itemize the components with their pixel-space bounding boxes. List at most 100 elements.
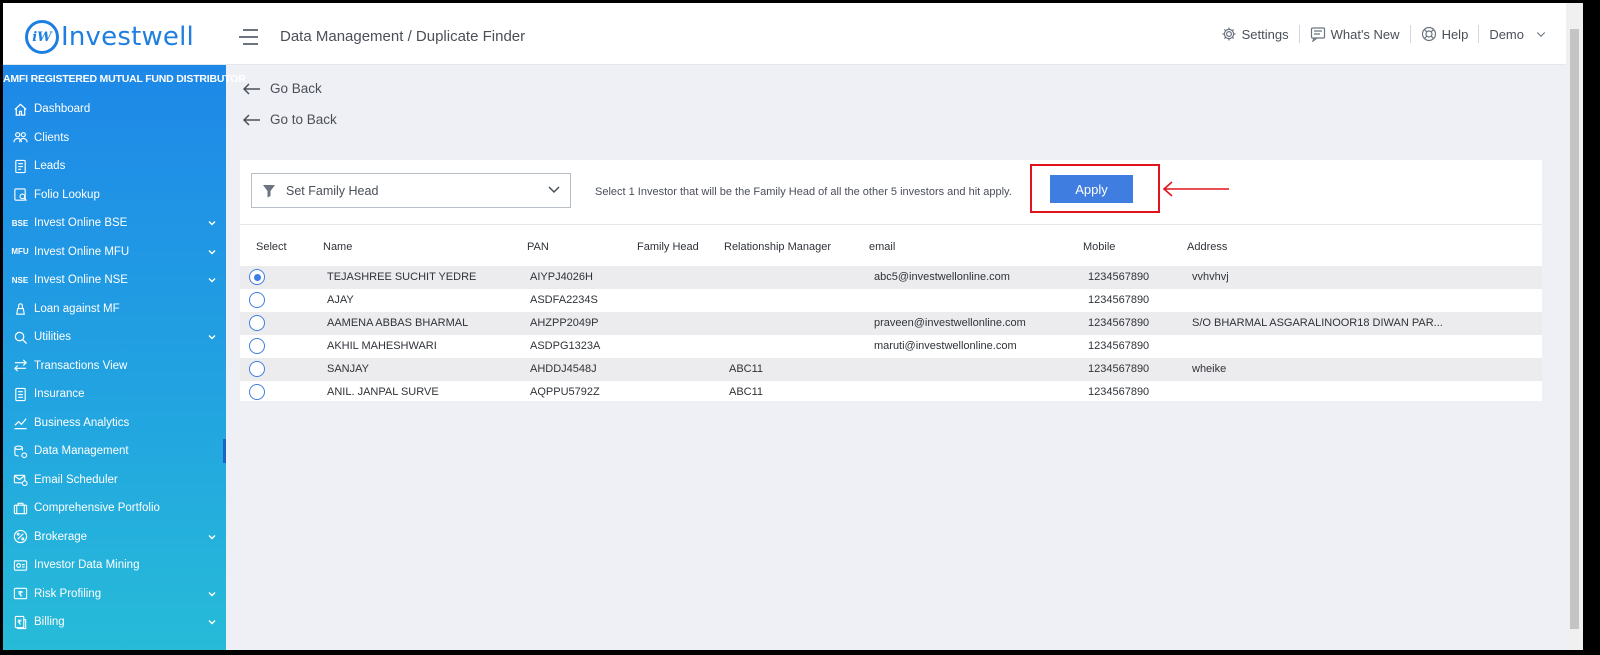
table-row[interactable]: SANJAY AHDDJ4548J ABC11 1234567890 wheike <box>240 358 1542 381</box>
sidebar-item-brokerage[interactable]: Brokerage <box>3 523 226 552</box>
user-name: Demo <box>1489 26 1524 42</box>
sidebar-item-invest-online-nse[interactable]: NSE Invest Online NSE <box>3 266 226 295</box>
sidebar-item-label: Data Management <box>34 445 129 458</box>
sidebar-item-risk-profiling[interactable]: ₹ Risk Profiling <box>3 580 226 609</box>
cell-mobile: 1234567890 <box>1088 340 1150 352</box>
cell-pan: ASDFA2234S <box>530 294 598 306</box>
help-link[interactable]: Help <box>1421 26 1468 42</box>
select-radio[interactable] <box>249 315 265 331</box>
cell-pan: ASDPG1323A <box>530 340 601 352</box>
nse-icon: NSE <box>11 275 29 285</box>
data-icon <box>11 443 29 459</box>
menu-toggle-icon[interactable] <box>239 29 258 45</box>
cell-address: S/O BHARMAL ASGARALINOOR18 DIWAN PAR... <box>1192 317 1443 329</box>
chevron-down-icon <box>208 332 216 340</box>
sidebar-item-data-management[interactable]: Data Management <box>3 437 226 466</box>
chevron-down-icon <box>208 275 216 283</box>
apply-button[interactable]: Apply <box>1050 175 1133 203</box>
cell-address: vvhvhvj <box>1192 271 1229 283</box>
lifebuoy-icon <box>1421 26 1436 42</box>
sidebar-item-dashboard[interactable]: Dashboard <box>3 95 226 124</box>
app-window: iW Investwell Data Management / Duplicat… <box>3 3 1583 650</box>
sidebar-item-invest-online-mfu[interactable]: MFU Invest Online MFU <box>3 238 226 267</box>
table-row[interactable]: AJAY ASDFA2234S 1234567890 <box>240 289 1542 312</box>
sidebar-item-label: Loan against MF <box>34 302 120 315</box>
sidebar-item-business-analytics[interactable]: Business Analytics <box>3 409 226 438</box>
logo-text: Investwell <box>61 22 194 52</box>
sidebar: AMFI REGISTERED MUTUAL FUND DISTRIBUTOR … <box>3 65 246 650</box>
settings-link[interactable]: Settings <box>1221 26 1289 42</box>
cell-pan: AQPPU5792Z <box>530 386 600 398</box>
sidebar-item-clients[interactable]: Clients <box>3 124 226 153</box>
leads-icon <box>11 158 29 174</box>
sidebar-item-loan-against-mf[interactable]: Loan against MF <box>3 295 226 324</box>
sidebar-item-leads[interactable]: Leads <box>3 152 226 181</box>
scrollbar-thumb[interactable] <box>1570 29 1579 629</box>
sidebar-item-billing[interactable]: ₹ Billing <box>3 608 226 637</box>
sidebar-item-label: Invest Online MFU <box>34 245 130 258</box>
distributor-label: AMFI REGISTERED MUTUAL FUND DISTRIBUTOR <box>3 73 246 85</box>
annotation-arrow-icon <box>1162 181 1229 197</box>
go-back-link[interactable]: Go Back <box>243 81 322 96</box>
sidebar-item-insurance[interactable]: Insurance <box>3 380 226 409</box>
brokerage-icon <box>11 529 29 545</box>
select-radio[interactable] <box>249 361 265 377</box>
cell-email: abc5@investwellonline.com <box>874 271 1010 283</box>
column-header-relationship-manager: Relationship Manager <box>724 241 832 253</box>
cell-rm: ABC11 <box>729 386 764 398</box>
sidebar-item-folio-lookup[interactable]: Folio Lookup <box>3 181 226 210</box>
sidebar-menu: Dashboard Clients Leads Folio Lookup BSE Inve… <box>3 95 226 637</box>
settings-label: Settings <box>1241 26 1289 42</box>
column-header-address: Address <box>1187 241 1228 253</box>
cell-name: ANIL. JANPAL SURVE <box>327 386 439 398</box>
sidebar-item-invest-online-bse[interactable]: BSE Invest Online BSE <box>3 209 226 238</box>
sidebar-item-label: Comprehensive Portfolio <box>34 502 160 515</box>
select-radio[interactable] <box>249 292 265 308</box>
cell-mobile: 1234567890 <box>1088 294 1150 306</box>
sidebar-item-label: Billing <box>34 616 65 629</box>
page-scrollbar[interactable] <box>1566 3 1583 650</box>
column-header-select: Select <box>256 241 287 253</box>
email-icon <box>11 472 29 488</box>
table-row[interactable]: TEJASHREE SUCHIT YEDRE AIYPJ4026H abc5@inv… <box>240 266 1542 289</box>
table-row[interactable]: AKHIL MAHESHWARI ASDPG1323A maruti@investw… <box>240 335 1542 358</box>
cell-name: SANJAY <box>327 363 369 375</box>
chevron-down-icon <box>208 532 216 540</box>
top-nav: Settings What's New Help Demo <box>1221 25 1547 43</box>
sidebar-item-investor-data-mining[interactable]: Investor Data Mining <box>3 551 226 580</box>
sidebar-item-transactions-view[interactable]: Transactions View <box>3 352 226 381</box>
select-radio[interactable] <box>249 338 265 354</box>
go-to-back-link[interactable]: Go to Back <box>243 112 337 127</box>
top-bar: iW Investwell Data Management / Duplicat… <box>3 3 1583 65</box>
cell-mobile: 1234567890 <box>1088 271 1150 283</box>
sidebar-item-utilities[interactable]: Utilities <box>3 323 226 352</box>
whats-new-label: What's New <box>1330 26 1400 42</box>
investwell-logo[interactable]: iW Investwell <box>25 20 194 54</box>
chevron-down-icon <box>208 589 216 597</box>
sidebar-item-comprehensive-portfolio[interactable]: Comprehensive Portfolio <box>3 494 226 523</box>
table-row[interactable]: AAMENA ABBAS BHARMAL AHZPP2049P praveen@in… <box>240 312 1542 335</box>
loan-icon <box>11 301 29 317</box>
analytics-icon <box>11 415 29 431</box>
svg-text:₹: ₹ <box>17 618 22 626</box>
sidebar-item-label: Insurance <box>34 388 85 401</box>
family-head-dropdown[interactable]: Set Family Head <box>251 173 571 208</box>
column-header-email: email <box>869 241 896 253</box>
mfu-icon: MFU <box>11 247 29 257</box>
column-header-pan: PAN <box>527 241 549 253</box>
whats-new-link[interactable]: What's New <box>1310 26 1400 42</box>
user-menu[interactable]: Demo <box>1489 27 1547 42</box>
cell-pan: AHZPP2049P <box>530 317 599 329</box>
chevron-down-icon <box>208 218 216 226</box>
column-header-mobile: Mobile <box>1083 241 1116 253</box>
transactions-icon <box>11 358 29 374</box>
utilities-icon <box>11 329 29 345</box>
table-row[interactable]: ANIL. JANPAL SURVE AQPPU5792Z ABC11 1234567… <box>240 381 1542 404</box>
select-radio[interactable] <box>249 384 265 400</box>
sidebar-item-label: Invest Online BSE <box>34 217 128 230</box>
sidebar-item-email-scheduler[interactable]: Email Scheduler <box>3 466 226 495</box>
cell-mobile: 1234567890 <box>1088 386 1150 398</box>
select-radio[interactable] <box>249 269 265 285</box>
sidebar-item-label: Dashboard <box>34 103 91 116</box>
go-to-back-label: Go to Back <box>270 112 337 127</box>
